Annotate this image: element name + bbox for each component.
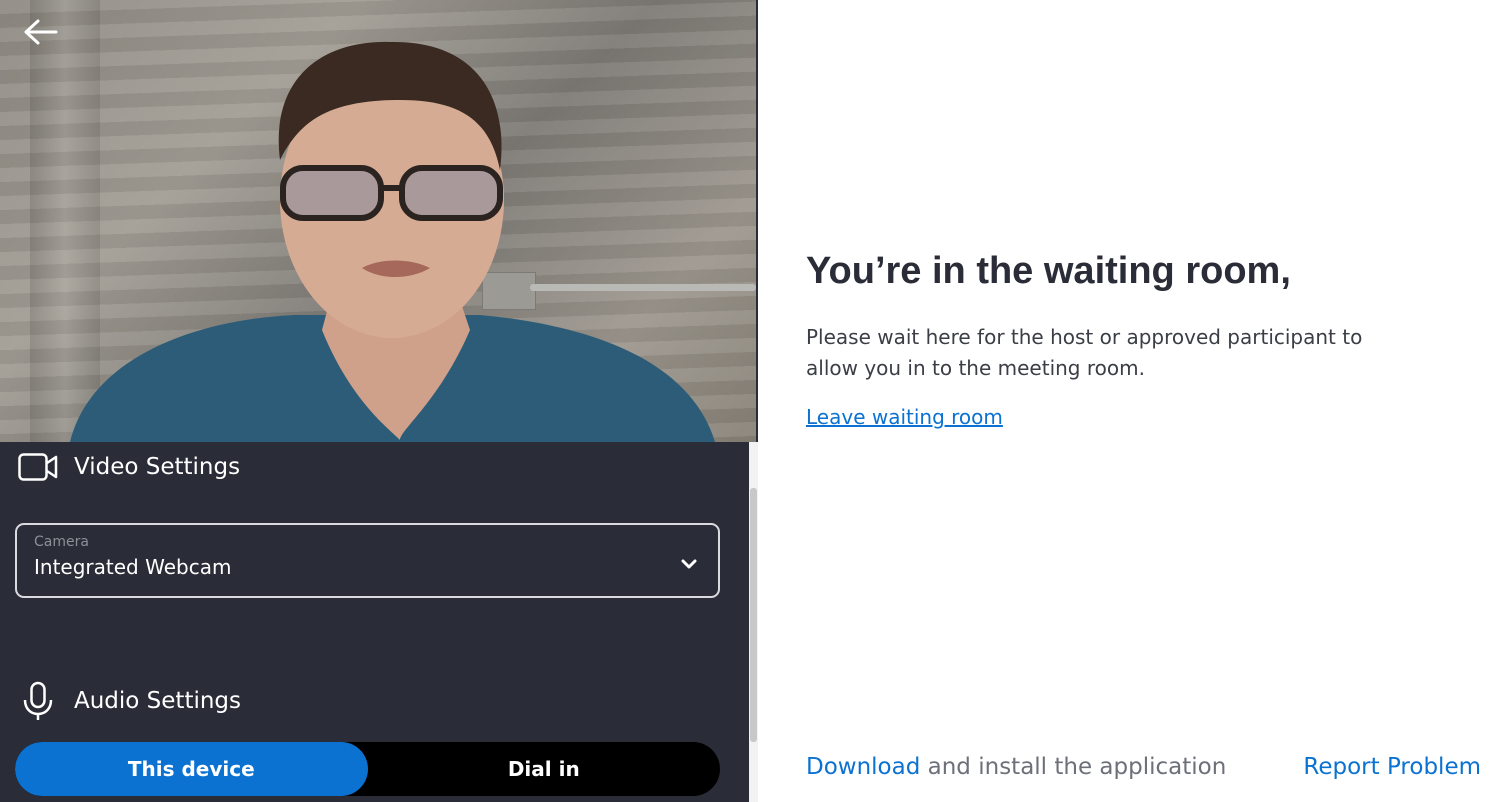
chevron-down-icon xyxy=(681,559,697,569)
audio-source-toggle: This device Dial in xyxy=(15,742,720,796)
participant-video-image xyxy=(70,41,715,442)
camera-select[interactable]: Camera Integrated Webcam xyxy=(15,523,720,598)
download-text: and install the application xyxy=(920,754,1227,780)
this-device-option[interactable]: This device xyxy=(15,742,368,796)
camera-select-value: Integrated Webcam xyxy=(34,555,232,579)
download-notice: Download and install the application xyxy=(806,754,1226,780)
video-settings-label: Video Settings xyxy=(74,454,241,480)
dial-in-option[interactable]: Dial in xyxy=(368,742,721,796)
microphone-icon xyxy=(18,681,58,720)
waiting-message: Please wait here for the host or approve… xyxy=(806,325,1363,380)
download-link[interactable]: Download xyxy=(806,754,920,780)
page-title: You’re in the waiting room, xyxy=(806,250,1291,292)
camera-select-label: Camera xyxy=(34,534,89,550)
waiting-room-panel: You’re in the waiting room, Please wait … xyxy=(758,0,1490,802)
leave-waiting-room-link[interactable]: Leave waiting room xyxy=(806,405,1003,429)
video-camera-icon xyxy=(18,452,58,482)
report-problem-link[interactable]: Report Problem xyxy=(1303,754,1481,780)
settings-scrollbar-thumb[interactable] xyxy=(750,488,757,742)
settings-panel: Video Settings Camera Integrated Webcam … xyxy=(0,442,750,802)
camera-preview xyxy=(0,0,756,442)
preview-panel: Video Settings Camera Integrated Webcam … xyxy=(0,0,758,802)
video-settings-heading: Video Settings xyxy=(18,452,240,482)
back-arrow-icon[interactable] xyxy=(22,18,58,46)
audio-settings-heading: Audio Settings xyxy=(18,681,242,720)
audio-settings-label: Audio Settings xyxy=(74,688,242,714)
